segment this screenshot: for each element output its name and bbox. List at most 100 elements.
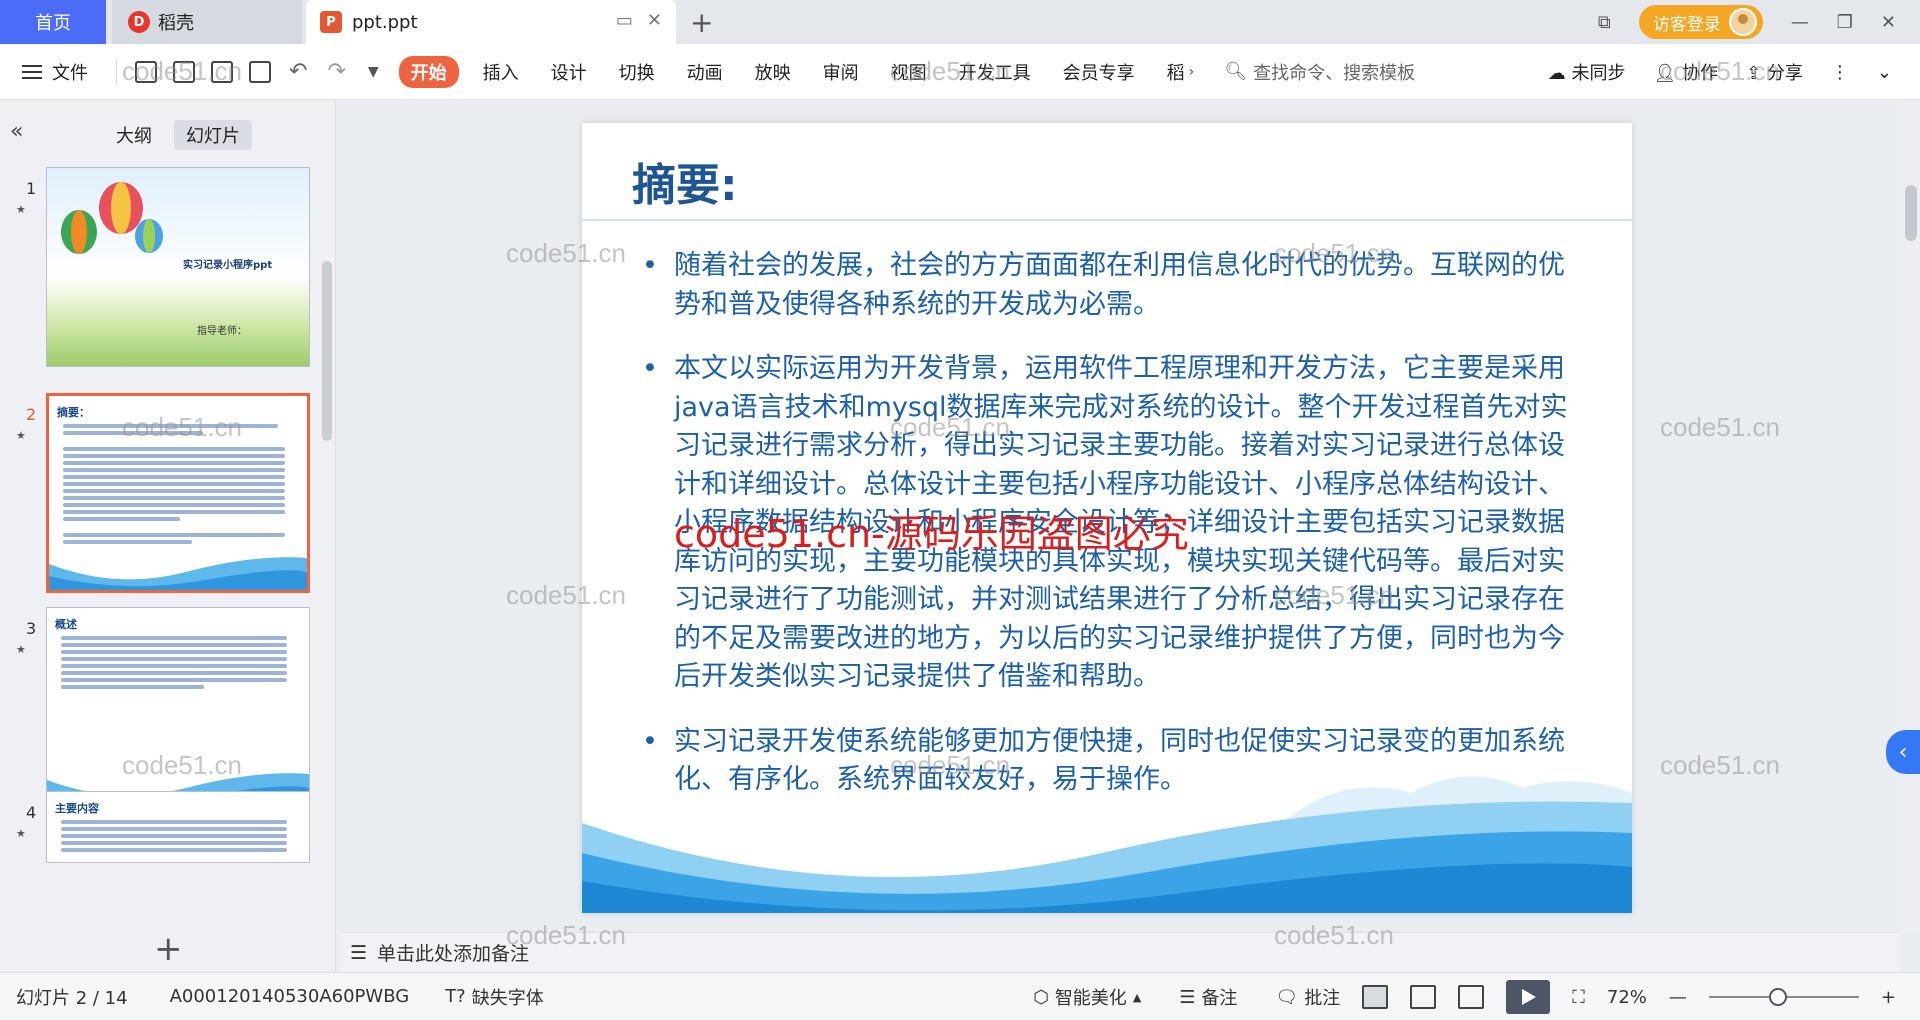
zoom-in-icon[interactable]: + <box>1881 987 1896 1008</box>
guest-login-label: 访客登录 <box>1652 14 1721 35</box>
ribbon-tab-transition[interactable]: 切换 <box>603 59 671 85</box>
slide-title[interactable]: 摘要: <box>632 149 738 213</box>
file-menu-button[interactable]: 文件 <box>22 59 88 85</box>
quick-access-dropdown-icon[interactable]: ▼ <box>368 64 379 80</box>
watermark-red-text: code51.cn-源码乐园盗图必究 <box>674 512 1189 556</box>
close-window-icon[interactable]: ✕ <box>1881 12 1896 33</box>
ribbon-tab-review[interactable]: 审阅 <box>807 59 875 85</box>
scrollbar-thumb[interactable] <box>1905 185 1917 241</box>
watermark-text: code51.cn <box>1274 580 1394 610</box>
slide-number: 3 <box>26 619 37 638</box>
watermark-text: code51.cn <box>1660 750 1780 780</box>
ribbon-tab-design[interactable]: 设计 <box>535 59 603 85</box>
tab-slides[interactable]: 幻灯片 <box>174 120 252 150</box>
thumb-text-lines <box>61 820 299 855</box>
animation-star-icon: ★ <box>16 643 26 656</box>
beautify-label: 智能美化 <box>1054 988 1127 1009</box>
ribbon-tab-start[interactable]: 开始 <box>398 55 459 88</box>
watermark-text: code51.cn <box>122 750 242 780</box>
chevron-up-icon: ▲ <box>1132 990 1142 1004</box>
undo-icon[interactable]: ↶ <box>289 59 307 84</box>
search-icon: 🔍︎ <box>1224 61 1248 82</box>
missing-font-button[interactable]: T? 缺失字体 <box>445 984 544 1010</box>
side-panel-toggle-icon[interactable]: ‹ <box>1886 730 1920 774</box>
daoke-logo-icon: D <box>128 11 150 33</box>
command-search-input[interactable]: 🔍︎ 查找命令、搜索模板 <box>1224 59 1415 85</box>
hamburger-icon <box>22 64 42 79</box>
tab-home-label: 首页 <box>35 13 71 34</box>
current-slide[interactable]: 摘要: 随着社会的发展，社会的方方面面都在利用信息化时代的优势。互联网的优势和普… <box>582 123 1632 913</box>
avatar <box>1728 8 1757 36</box>
watermark-text: code51.cn <box>1660 56 1780 86</box>
title-divider <box>582 219 1632 221</box>
thumb-title: 摘要： <box>57 406 90 419</box>
animation-star-icon: ★ <box>16 203 26 216</box>
ribbon-more-icon[interactable]: › <box>1189 64 1195 80</box>
minimize-icon[interactable]: — <box>1791 12 1809 33</box>
restore-icon[interactable]: ❐ <box>1837 12 1853 33</box>
slide-thumbnail-4[interactable]: 主要内容 <box>46 791 310 863</box>
smart-beautify-button[interactable]: ⬡ 智能美化 ▲ <box>1033 984 1141 1010</box>
sync-button[interactable]: ☁ 未同步 <box>1548 59 1626 85</box>
slide-editor-area: 摘要: 随着社会的发展，社会的方方面面都在利用信息化时代的优势。互联网的优势和普… <box>340 101 1900 932</box>
ribbon-tab-member[interactable]: 会员专享 <box>1047 59 1151 85</box>
watermark-text: code51.cn <box>1660 412 1780 442</box>
redo-icon[interactable]: ↷ <box>327 59 345 84</box>
thumb-title: 实习记录小程序ppt <box>183 260 273 271</box>
watermark-text: code51.cn <box>122 56 242 86</box>
page-layout-icon[interactable]: ⧉ <box>1598 12 1611 33</box>
collapse-ribbon-icon[interactable]: ⌄ <box>1877 62 1892 83</box>
float-window-icon[interactable]: ▭ <box>616 10 633 31</box>
zoom-slider[interactable] <box>1708 988 1859 1006</box>
zoom-out-icon[interactable]: — <box>1669 987 1687 1008</box>
more-options-icon[interactable]: ⋮ <box>1831 62 1849 83</box>
slide-number: 2 <box>26 405 37 424</box>
ribbon-tab-animation[interactable]: 动画 <box>671 59 739 85</box>
watermark-text: code51.cn <box>506 580 626 610</box>
bullet-item: 随着社会的发展，社会的方方面面都在利用信息化时代的优势。互联网的优势和普及使得各… <box>642 247 1572 324</box>
comment-button[interactable]: 🗨︎ 批注 <box>1275 984 1340 1010</box>
sync-label: 未同步 <box>1571 63 1626 84</box>
ribbon-tab-insert[interactable]: 插入 <box>467 59 535 85</box>
tab-home[interactable]: 首页 <box>0 0 106 44</box>
collapse-panel-icon[interactable]: « <box>10 119 23 144</box>
panel-scrollbar[interactable] <box>322 261 332 441</box>
slide-number: 4 <box>26 803 37 822</box>
tab-ppt-file[interactable]: P ppt.ppt ▭ ✕ <box>306 0 676 44</box>
balloons-icon <box>61 182 163 254</box>
thumb-subtitle: 指导老师： <box>197 326 247 337</box>
reading-view-icon[interactable] <box>1458 985 1485 1009</box>
zoom-level[interactable]: 72% <box>1607 987 1647 1008</box>
add-slide-button[interactable]: + <box>154 929 183 969</box>
ribbon-tab-slideshow[interactable]: 放映 <box>739 59 807 85</box>
tab-daoke[interactable]: D 稻壳 <box>112 0 302 44</box>
slide-thumbnail-1[interactable]: 实习记录小程序ppt 指导老师： <box>46 167 310 367</box>
watermark-text: code51.cn <box>506 920 626 950</box>
vertical-scrollbar[interactable] <box>1900 101 1920 932</box>
slide-counter: 幻灯片 2 / 14 <box>16 987 128 1009</box>
new-tab-button[interactable]: + <box>690 6 713 39</box>
slide-number: 1 <box>26 179 37 198</box>
guest-login-button[interactable]: 访客登录 <box>1638 5 1763 39</box>
normal-view-icon[interactable] <box>1362 985 1389 1009</box>
watermark-text: code51.cn <box>890 56 1010 86</box>
thumb-title: 概述 <box>55 618 77 631</box>
notes-toggle-label: 备注 <box>1201 988 1238 1009</box>
close-tab-icon[interactable]: ✕ <box>647 10 662 31</box>
thumb-title: 主要内容 <box>55 802 99 815</box>
tab-bar: 首页 D 稻壳 P ppt.ppt ▭ ✕ + ⧉ 访客登录 — ❐ ✕ <box>0 0 1920 44</box>
slides-panel: « 大纲 幻灯片 1 ★ 实习记录小程序ppt 指导老师： 2 ★ 摘要： 3 … <box>0 101 336 972</box>
ribbon-tab-daoke[interactable]: 稻 <box>1151 59 1189 85</box>
tab-outline[interactable]: 大纲 <box>104 120 164 150</box>
print-preview-icon[interactable] <box>249 60 271 83</box>
notes-toggle-button[interactable]: ☰ 备注 <box>1179 984 1237 1010</box>
animation-star-icon: ★ <box>16 827 26 840</box>
grid-view-icon[interactable] <box>1410 985 1437 1009</box>
zoom-slider-knob[interactable] <box>1768 988 1787 1006</box>
watermark-text: code51.cn <box>122 412 242 442</box>
fit-window-icon[interactable]: ⛶ <box>1572 987 1585 1008</box>
notes-toggle-icon: ☰ <box>1179 986 1196 1008</box>
play-slideshow-button[interactable] <box>1506 980 1551 1014</box>
watermark-text: code51.cn <box>1274 238 1394 268</box>
tab-ppt-label: ppt.ppt <box>352 11 418 33</box>
